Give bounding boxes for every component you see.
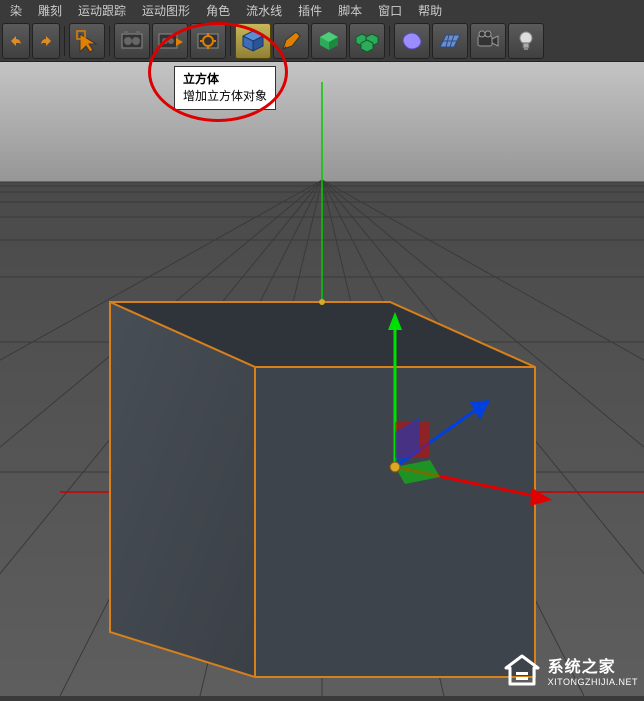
menu-motiontrack[interactable]: 运动跟踪	[72, 0, 132, 21]
watermark-cn: 系统之家	[548, 653, 638, 677]
menu-mograph[interactable]: 运动图形	[136, 0, 196, 21]
render-view-button[interactable]	[114, 23, 150, 59]
menu-window[interactable]: 窗口	[372, 0, 408, 21]
nurbs-button[interactable]	[311, 23, 347, 59]
redo-button[interactable]	[32, 23, 60, 59]
house-icon	[502, 650, 542, 690]
cube-object[interactable]	[110, 302, 535, 677]
toolbar-separator	[109, 26, 110, 56]
toolbar-separator	[389, 26, 390, 56]
menu-help[interactable]: 帮助	[412, 0, 448, 21]
render-picture-button[interactable]	[152, 23, 188, 59]
menu-sculpt[interactable]: 雕刻	[32, 0, 68, 21]
watermark: 系统之家 XITONGZHIJIA.NET	[502, 650, 638, 690]
array-button[interactable]	[349, 23, 385, 59]
toolbar-separator	[64, 26, 65, 56]
light-button[interactable]	[508, 23, 544, 59]
menu-render[interactable]: 染	[4, 0, 28, 21]
tooltip-desc: 增加立方体对象	[183, 88, 267, 105]
menu-script[interactable]: 脚本	[332, 0, 368, 21]
live-select-button[interactable]	[69, 23, 105, 59]
menu-pipeline[interactable]: 流水线	[240, 0, 288, 21]
viewport-3d[interactable]	[0, 62, 644, 696]
cube-primitive-button[interactable]	[235, 23, 271, 59]
menu-plugins[interactable]: 插件	[292, 0, 328, 21]
watermark-en: XITONGZHIJIA.NET	[548, 677, 638, 687]
floor-button[interactable]	[432, 23, 468, 59]
deformer-button[interactable]	[394, 23, 430, 59]
undo-button[interactable]	[2, 23, 30, 59]
toolbar	[0, 20, 644, 62]
menu-character[interactable]: 角色	[200, 0, 236, 21]
menu-bar: 染 雕刻 运动跟踪 运动图形 角色 流水线 插件 脚本 窗口 帮助	[0, 0, 644, 20]
toolbar-separator	[230, 26, 231, 56]
tooltip-title: 立方体	[183, 71, 267, 88]
spline-pen-button[interactable]	[273, 23, 309, 59]
camera-button[interactable]	[470, 23, 506, 59]
render-settings-button[interactable]	[190, 23, 226, 59]
tooltip-cube: 立方体 增加立方体对象	[174, 66, 276, 110]
